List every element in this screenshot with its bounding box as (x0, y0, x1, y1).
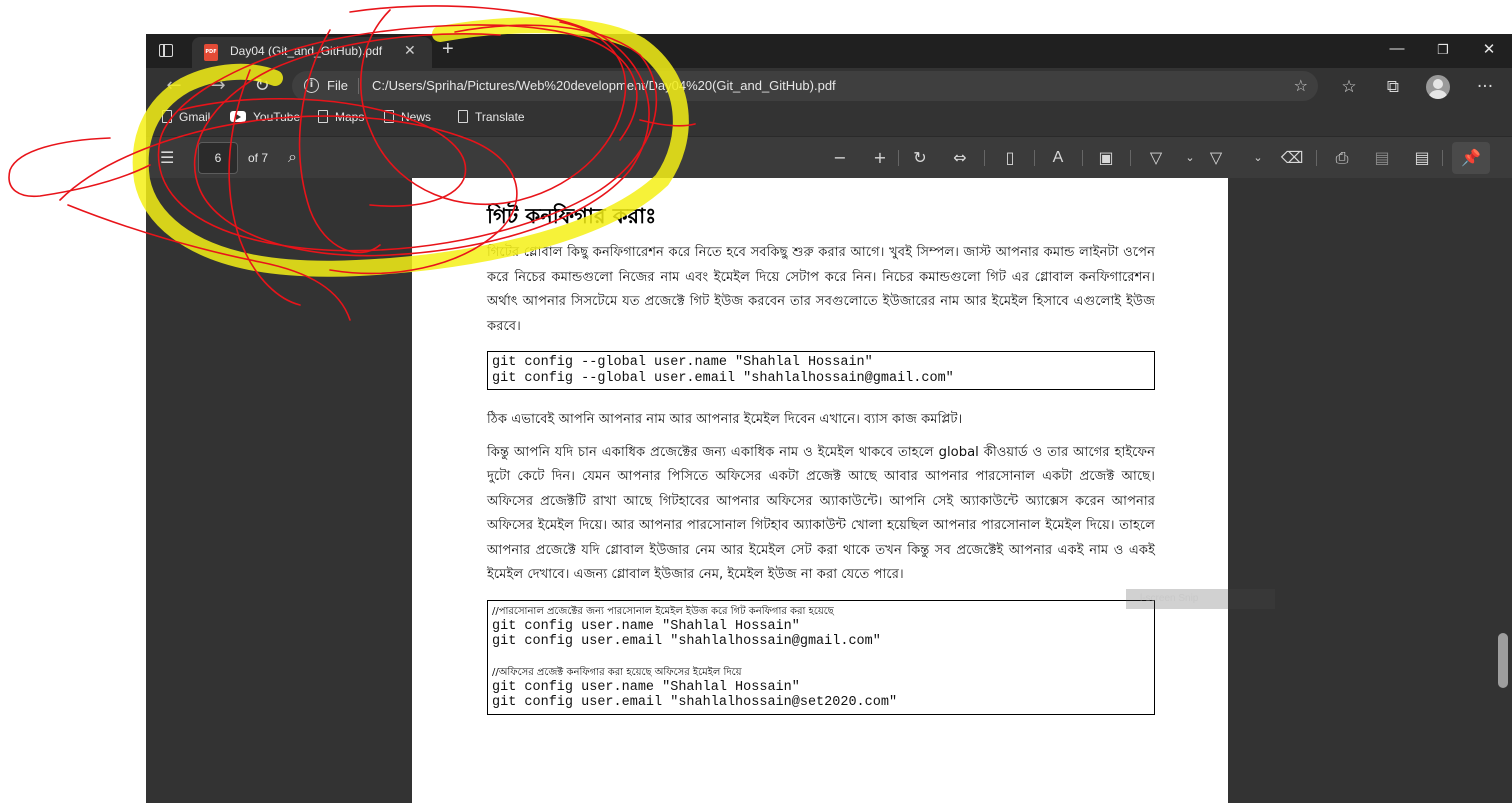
toolbar-divider (1034, 150, 1035, 166)
url-scheme: File (327, 78, 348, 93)
url-separator (358, 78, 359, 94)
code-comment: //অফিসের প্রজেক্ট কনফিগার করা হয়েছে অফি… (492, 666, 742, 678)
code-comment: //পারসোনাল প্রজেক্টের জন্য পারসোনাল ইমেই… (492, 605, 834, 617)
table-of-contents-icon[interactable]: ☰ (160, 148, 174, 167)
toolbar-divider (1082, 150, 1083, 166)
scrollbar-thumb[interactable] (1498, 633, 1508, 688)
youtube-icon (230, 111, 246, 122)
browser-window: PDF Day04 (Git_and_GitHub).pdf ✕ + — ❐ ✕… (146, 34, 1512, 803)
maximize-button[interactable]: ❐ (1428, 42, 1458, 58)
close-window-button[interactable]: ✕ (1474, 40, 1504, 58)
profile-avatar[interactable] (1426, 75, 1450, 99)
refresh-button[interactable]: ↻ (248, 74, 276, 98)
bookmark-news[interactable]: News (384, 110, 431, 128)
bookmarks-bar: Gmail YouTube Maps News Translate (146, 104, 1512, 134)
code-line: git config user.name "Shahlal Hossain" (492, 618, 800, 634)
bookmark-label: Gmail (179, 110, 211, 124)
page-icon (384, 110, 394, 123)
tab-active[interactable]: PDF Day04 (Git_and_GitHub).pdf ✕ (192, 37, 432, 68)
bookmark-youtube[interactable]: YouTube (230, 110, 300, 128)
navigation-bar: ← → ↻ i File C:/Users/Spriha/Pictures/We… (146, 68, 1512, 104)
page-content: গিট কনফিগার করাঃ গিটের গ্লোবাল কিছু কনফি… (487, 200, 1155, 733)
new-tab-button[interactable]: + (442, 38, 454, 61)
pdf-page: গিট কনফিগার করাঃ গিটের গ্লোবাল কিছু কনফি… (412, 178, 1228, 803)
page-icon (458, 110, 468, 123)
section-heading: গিট কনফিগার করাঃ (487, 204, 657, 228)
pdf-toolbar: ☰ 6 of 7 ⌕ − + ↻ ⇔ ▯ A ▣ ▽ ⌄ ▽ ⌄ ⌫ ⎙ ▤ ▤ (146, 136, 1512, 178)
forward-button[interactable]: → (204, 74, 232, 98)
save-icon[interactable]: ▤ (1368, 146, 1396, 170)
bookmark-label: YouTube (253, 110, 301, 124)
info-icon[interactable]: i (304, 78, 319, 93)
code-block-global: git config --global user.name "Shahlal H… (487, 351, 1155, 390)
highlight-icon[interactable]: ▽ (1202, 146, 1230, 170)
toolbar-divider (1316, 150, 1317, 166)
draw-icon[interactable]: ▽ (1142, 146, 1170, 170)
pin-toolbar-icon[interactable]: 📌 (1452, 142, 1490, 174)
screen-snip-overlay: l-screen Snip (1126, 589, 1275, 609)
code-line: git config --global user.name "Shahlal H… (492, 355, 873, 370)
toolbar-divider (1442, 150, 1443, 166)
print-icon[interactable]: ⎙ (1328, 146, 1356, 170)
bookmark-translate[interactable]: Translate (458, 110, 525, 128)
paragraph-intro: গিটের গ্লোবাল কিছু কনফিগারেশন করে নিতে হ… (487, 245, 1155, 334)
tab-actions-icon[interactable] (156, 41, 178, 61)
paragraph-done: ঠিক এভাবেই আপনি আপনার নাম আর আপনার ইমেইল… (487, 412, 963, 427)
page-view-icon[interactable]: ▯ (996, 146, 1024, 170)
pdf-file-icon: PDF (204, 44, 218, 61)
minimize-button[interactable]: — (1382, 40, 1412, 57)
page-icon (318, 110, 328, 123)
toolbar-divider (898, 150, 899, 166)
address-bar[interactable]: i File C:/Users/Spriha/Pictures/Web%20de… (292, 71, 1318, 101)
collections-icon[interactable]: ⧉ (1378, 74, 1408, 100)
save-as-icon[interactable]: ▤ (1408, 146, 1436, 170)
chevron-down-icon[interactable]: ⌄ (1244, 146, 1272, 170)
code-line: git config --global user.email "shahlalh… (492, 370, 954, 386)
bookmark-maps[interactable]: Maps (318, 110, 364, 128)
page-icon (162, 110, 172, 123)
eraser-icon[interactable]: ⌫ (1278, 146, 1306, 170)
page-number-input[interactable]: 6 (198, 142, 238, 174)
more-menu-icon[interactable]: ··· (1470, 74, 1500, 100)
bookmark-gmail[interactable]: Gmail (162, 110, 210, 128)
tab-strip: PDF Day04 (Git_and_GitHub).pdf ✕ + — ❐ ✕ (146, 34, 1512, 68)
zoom-in-icon[interactable]: + (866, 146, 894, 170)
zoom-out-icon[interactable]: − (826, 146, 854, 170)
code-line: git config user.email "shahlalhossain@gm… (492, 634, 881, 649)
add-favorite-icon[interactable]: ☆ (1294, 76, 1308, 95)
fit-width-icon[interactable]: ⇔ (946, 146, 974, 170)
code-line: git config user.email "shahlalhossain@se… (492, 695, 898, 710)
bookmark-label: Maps (335, 110, 365, 124)
read-aloud-icon[interactable]: A (1044, 146, 1072, 170)
rotate-icon[interactable]: ↻ (906, 146, 934, 170)
tab-title: Day04 (Git_and_GitHub).pdf (230, 44, 383, 58)
code-line: git config user.name "Shahlal Hossain" (492, 679, 800, 695)
tab-close-icon[interactable]: ✕ (404, 43, 416, 59)
chevron-down-icon[interactable]: ⌄ (1176, 146, 1204, 170)
desktop: PDF Day04 (Git_and_GitHub).pdf ✕ + — ❐ ✕… (0, 0, 1512, 803)
code-block-local: //পারসোনাল প্রজেক্টের জন্য পারসোনাল ইমেই… (487, 599, 1155, 715)
bookmark-label: Translate (475, 110, 525, 124)
url-text[interactable]: C:/Users/Spriha/Pictures/Web%20developme… (372, 78, 836, 93)
pdf-viewer[interactable]: গিট কনফিগার করাঃ গিটের গ্লোবাল কিছু কনফি… (146, 178, 1512, 803)
search-icon[interactable]: ⌕ (288, 147, 297, 167)
favorites-icon[interactable]: ☆ (1334, 74, 1364, 100)
page-total: of 7 (248, 151, 269, 165)
back-button[interactable]: ← (160, 74, 188, 98)
toolbar-divider (1130, 150, 1131, 166)
paragraph-local-config: কিন্তু আপনি যদি চান একাধিক প্রজেক্টের জন… (487, 444, 1155, 583)
bookmark-label: News (401, 110, 432, 124)
toolbar-divider (984, 150, 985, 166)
text-box-icon[interactable]: ▣ (1092, 146, 1120, 170)
